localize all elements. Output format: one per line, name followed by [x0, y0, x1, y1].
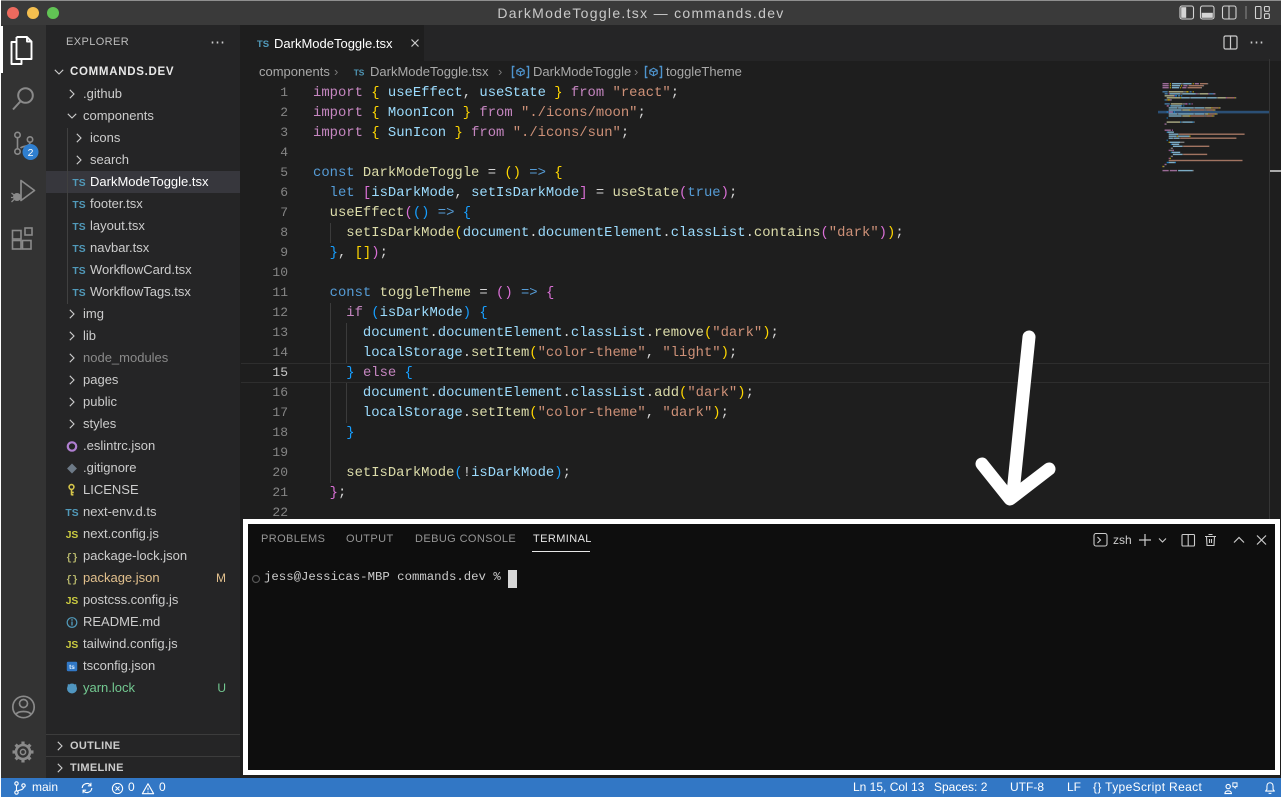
svg-text:zsh: zsh: [1113, 533, 1132, 547]
